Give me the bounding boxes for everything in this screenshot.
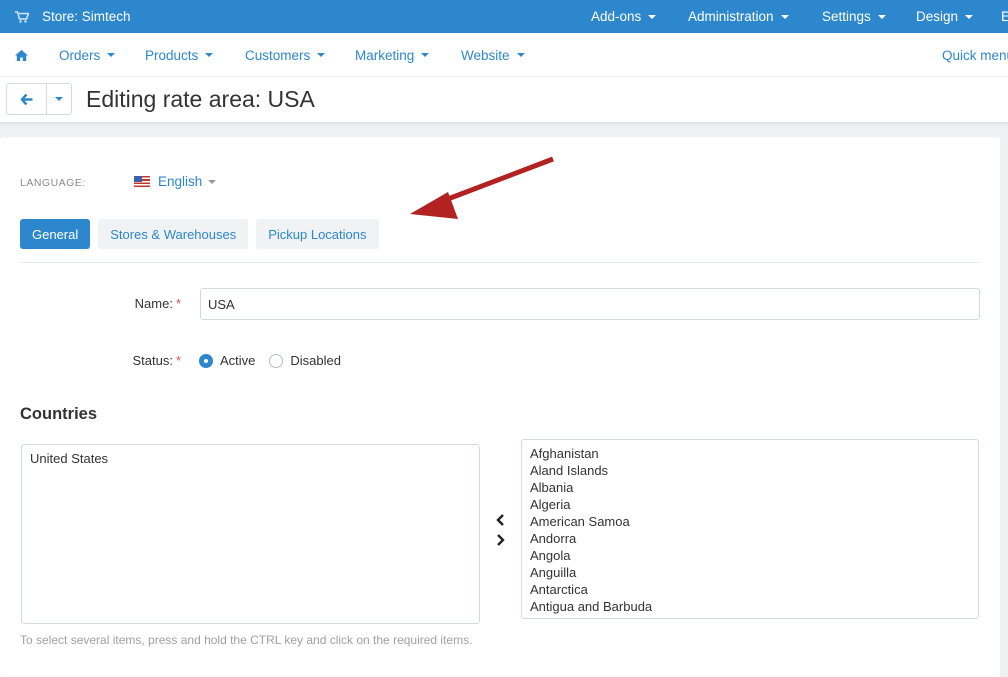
language-label: LANGUAGE: xyxy=(20,177,86,189)
name-input[interactable] xyxy=(200,288,980,320)
name-label-text: Name: xyxy=(134,296,173,311)
multiselect-hint: To select several items, press and hold … xyxy=(20,633,473,647)
chevron-down-icon xyxy=(55,97,63,101)
chevron-down-icon xyxy=(516,53,525,57)
status-radio-group: Active Disabled xyxy=(199,353,355,368)
menu-truncated-label: E xyxy=(1001,9,1008,24)
quick-menu-label: Quick menu xyxy=(942,47,1008,63)
back-dropdown-button[interactable] xyxy=(47,84,71,114)
arrow-left-icon xyxy=(20,93,32,105)
chevron-left-icon xyxy=(495,514,504,526)
status-active-label[interactable]: Active xyxy=(220,353,255,368)
top-bar: Store: Simtech Add-ons Administration Se… xyxy=(0,0,1008,33)
title-bar: Editing rate area: USA xyxy=(0,77,1008,122)
list-item[interactable]: Antigua and Barbuda xyxy=(530,598,970,615)
tab-pickup-locations[interactable]: Pickup Locations xyxy=(256,219,379,249)
list-item[interactable]: Andorra xyxy=(530,530,970,547)
menu-addons-label: Add-ons xyxy=(591,9,642,24)
menu-addons[interactable]: Add-ons xyxy=(591,0,657,33)
status-label: Status: * xyxy=(100,353,181,368)
nav-orders[interactable]: Orders xyxy=(59,33,116,77)
countries-heading: Countries xyxy=(20,405,98,423)
list-item[interactable]: Angola xyxy=(530,547,970,564)
list-item[interactable]: United States xyxy=(30,450,471,467)
list-item[interactable]: Albania xyxy=(530,479,970,496)
menu-administration-label: Administration xyxy=(688,9,774,24)
content-panel: LANGUAGE: English General Stores & Wareh… xyxy=(0,137,1000,677)
nav-website[interactable]: Website xyxy=(461,33,525,77)
home-link[interactable] xyxy=(15,33,28,77)
language-selector[interactable]: English xyxy=(134,174,217,189)
store-selector[interactable]: Store: Simtech xyxy=(15,0,131,33)
chevron-down-icon xyxy=(421,53,430,57)
chevron-down-icon xyxy=(648,14,657,19)
language-value: English xyxy=(158,174,203,189)
back-button-group xyxy=(6,83,72,115)
tabs-divider xyxy=(20,262,980,263)
chevron-down-icon xyxy=(877,14,886,19)
list-item[interactable]: Anguilla xyxy=(530,564,970,581)
move-right-button[interactable] xyxy=(493,530,507,550)
main-nav: Orders Products Customers Marketing Webs… xyxy=(0,33,1008,77)
menu-administration[interactable]: Administration xyxy=(688,0,789,33)
menu-design[interactable]: Design xyxy=(916,0,974,33)
list-item[interactable]: Aland Islands xyxy=(530,462,970,479)
chevron-down-icon xyxy=(317,53,326,57)
nav-products[interactable]: Products xyxy=(145,33,214,77)
menu-truncated[interactable]: E xyxy=(1001,0,1008,33)
chevron-down-icon xyxy=(107,53,116,57)
chevron-down-icon xyxy=(965,14,974,19)
nav-orders-label: Orders xyxy=(59,47,101,63)
nav-marketing-label: Marketing xyxy=(355,47,415,63)
status-active-radio[interactable] xyxy=(199,353,213,368)
back-button[interactable] xyxy=(7,84,47,114)
store-label: Store: Simtech xyxy=(42,9,131,24)
status-disabled-radio[interactable] xyxy=(269,353,284,368)
move-buttons xyxy=(493,510,507,550)
list-item[interactable]: American Samoa xyxy=(530,513,970,530)
list-item[interactable]: Afghanistan xyxy=(530,445,970,462)
status-disabled-label[interactable]: Disabled xyxy=(290,353,341,368)
nav-products-label: Products xyxy=(145,47,199,63)
nav-website-label: Website xyxy=(461,47,510,63)
list-item[interactable]: Antarctica xyxy=(530,581,970,598)
quick-menu-link[interactable]: Quick menu xyxy=(942,33,1008,77)
menu-design-label: Design xyxy=(916,9,959,24)
required-mark: * xyxy=(175,296,181,311)
menu-settings[interactable]: Settings xyxy=(822,0,886,33)
selected-countries-list[interactable]: United States xyxy=(21,444,480,624)
tab-general[interactable]: General xyxy=(20,219,91,249)
chevron-down-icon xyxy=(780,14,789,19)
list-item[interactable]: Algeria xyxy=(530,496,970,513)
chevron-down-icon xyxy=(205,53,214,57)
nav-customers[interactable]: Customers xyxy=(245,33,326,77)
required-mark: * xyxy=(175,353,181,368)
cart-icon xyxy=(15,10,29,23)
nav-customers-label: Customers xyxy=(245,47,311,63)
menu-settings-label: Settings xyxy=(822,9,871,24)
home-icon xyxy=(15,49,28,61)
chevron-down-icon xyxy=(208,179,217,184)
available-countries-list[interactable]: Afghanistan Aland Islands Albania Algeri… xyxy=(521,439,979,619)
nav-marketing[interactable]: Marketing xyxy=(355,33,430,77)
name-label: Name: * xyxy=(100,296,181,311)
list-item[interactable]: Argentina xyxy=(530,615,970,618)
status-label-text: Status: xyxy=(132,353,173,368)
move-left-button[interactable] xyxy=(493,510,507,530)
tab-stores-warehouses[interactable]: Stores & Warehouses xyxy=(98,219,249,249)
us-flag-icon xyxy=(134,176,150,187)
tab-bar: General Stores & Warehouses Pickup Locat… xyxy=(20,219,379,249)
page-title: Editing rate area: USA xyxy=(86,86,315,112)
chevron-right-icon xyxy=(496,534,505,546)
